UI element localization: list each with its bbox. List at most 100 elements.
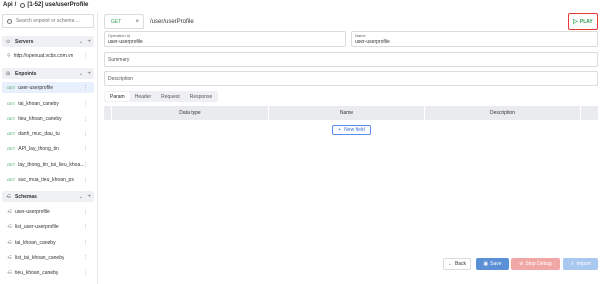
back-button[interactable]: ← Back (443, 258, 471, 270)
schema-item[interactable]: ⋲ list_user-userprofile ⋮ (2, 221, 94, 232)
chevron-down-icon[interactable]: ⌄ (79, 71, 83, 77)
endpoint-label: tieu_khoan_caneby (18, 115, 62, 122)
endpoint-item[interactable]: GET tieu_khoan_caneby ⋮ (2, 113, 94, 124)
method-badge: GET (7, 146, 16, 151)
more-options-icon[interactable]: ⋮ (83, 255, 88, 261)
schema-item[interactable]: ⋲ tai_khoan_caneby ⋮ (2, 237, 94, 248)
title-prefix: Api (3, 2, 13, 8)
more-options-icon[interactable]: ⋮ (83, 131, 88, 137)
schemas-section-header[interactable]: ⋲ Schemas ⌄ + (2, 191, 94, 202)
stop-debug-button[interactable]: ⊘ Stop Debug (511, 258, 560, 270)
tab-header[interactable]: Header (130, 92, 156, 101)
name-field[interactable]: Name user-userprofile (351, 31, 598, 47)
column-header-data-type: Data type (112, 106, 269, 120)
add-server-icon[interactable]: + (87, 39, 91, 45)
method-badge: GET (7, 85, 16, 90)
summary-field[interactable]: Summary (104, 52, 598, 67)
plus-icon: + (338, 127, 342, 133)
summary-placeholder: Summary (108, 57, 130, 63)
schema-node-icon: ⋲ (7, 254, 12, 261)
endpoint-label: lay_thong_tin_tai_lieu_khoa... (18, 161, 85, 168)
import-icon: ⇩ (570, 261, 575, 267)
more-options-icon[interactable]: ⋮ (83, 240, 88, 246)
search-input[interactable]: Search enpoint or schema ... (2, 14, 94, 28)
endpoint-label: suc_mua_tieu_khoan_ps (18, 176, 74, 183)
description-placeholder: Description (108, 76, 134, 82)
endpoint-item[interactable]: GET API_lay_thong_tin ⋮ (2, 143, 94, 154)
api-icon (20, 2, 26, 8)
schema-item[interactable]: ⋲ tieu_khoan_caneby ⋮ (2, 267, 94, 278)
stop-debug-label: Stop Debug (525, 261, 552, 267)
endpoints-section-header[interactable]: ⊞ Enpoints ⌄ + (2, 68, 94, 79)
schema-label: user-userprofile (15, 208, 50, 215)
tab-response[interactable]: Response (185, 92, 218, 101)
method-badge: GET (7, 116, 16, 121)
search-icon (7, 18, 12, 24)
operation-id-value: user-userprofile (108, 39, 143, 45)
import-button[interactable]: ⇩ Import (563, 258, 598, 270)
url-input[interactable]: /user/userProfile (147, 14, 565, 29)
description-field[interactable]: Description (104, 71, 598, 86)
more-options-icon[interactable]: ⋮ (83, 224, 88, 230)
location-pin-icon: ⚲ (7, 52, 11, 59)
name-value: user-userprofile (355, 39, 390, 45)
more-options-icon[interactable]: ⋮ (83, 116, 88, 122)
url-value: /user/userProfile (150, 18, 194, 25)
save-button[interactable]: ▣ Save (476, 258, 509, 270)
arrow-left-icon: ← (447, 261, 453, 267)
add-schema-icon[interactable]: + (87, 194, 91, 200)
schema-item[interactable]: ⋲ list_tai_khoan_caneby ⋮ (2, 252, 94, 263)
stop-icon: ⊘ (519, 261, 524, 267)
chevron-down-icon[interactable]: ⌄ (79, 194, 83, 200)
more-options-icon[interactable]: ⋮ (83, 101, 88, 107)
column-header-description: Description (425, 106, 581, 120)
play-icon: ▷ (573, 19, 578, 25)
search-placeholder: Search enpoint or schema ... (16, 18, 80, 24)
more-options-icon[interactable]: ⋮ (83, 177, 88, 183)
schema-item[interactable]: ⋲ user-userprofile ⋮ (2, 206, 94, 217)
play-button[interactable]: ▷ PLAY (568, 13, 598, 30)
more-options-icon[interactable]: ⋮ (83, 146, 88, 152)
server-url: http://openuat.vcbs.com.vn (13, 52, 74, 59)
actions-column (581, 106, 598, 120)
endpoint-label: danh_muc_dau_tu (18, 130, 60, 137)
column-header-name: Name (269, 106, 425, 120)
operation-id-field[interactable]: Operation Id user-userprofile (104, 31, 346, 47)
title-name: [1-52] use/userProfile (27, 2, 89, 8)
more-options-icon[interactable]: ⋮ (83, 162, 88, 168)
more-options-icon[interactable]: ⋮ (83, 270, 88, 276)
servers-section-header[interactable]: ⊙ Servers ⌄ + (2, 36, 94, 47)
save-label: Save (490, 261, 502, 267)
tab-request[interactable]: Request (156, 92, 185, 101)
close-icon[interactable]: × (135, 19, 139, 25)
server-icon: ⊙ (6, 38, 11, 45)
endpoints-label: Enpoints (15, 70, 37, 77)
endpoint-item[interactable]: GET suc_mua_tieu_khoan_ps ⋮ (2, 174, 94, 185)
add-endpoint-icon[interactable]: + (87, 71, 91, 77)
back-label: Back (454, 261, 467, 267)
endpoint-item[interactable]: GET lay_thong_tin_tai_lieu_khoa... ⋮ (2, 159, 94, 170)
tab-param[interactable]: Param (105, 92, 130, 101)
new-field-label: New field (344, 127, 365, 133)
endpoint-item[interactable]: GET danh_muc_dau_tu ⋮ (2, 128, 94, 139)
more-options-icon[interactable]: ⋮ (83, 209, 88, 215)
schema-label: tai_khoan_caneby (15, 239, 56, 246)
method-select[interactable]: GET × (104, 14, 144, 29)
schema-label: list_tai_khoan_caneby (15, 254, 65, 261)
schema-icon: ⋲ (6, 193, 11, 200)
schemas-label: Schemas (15, 193, 37, 200)
method-badge: GET (7, 177, 16, 182)
save-icon: ▣ (483, 261, 489, 267)
chevron-down-icon[interactable]: ⌄ (79, 39, 83, 45)
schema-label: list_user-userprofile (15, 223, 59, 230)
new-field-button[interactable]: + New field (332, 125, 371, 135)
more-options-icon[interactable]: ⋮ (83, 53, 88, 59)
method-value: GET (111, 18, 122, 25)
server-item[interactable]: ⚲ http://openuat.vcbs.com.vn ⋮ (2, 50, 94, 61)
endpoint-item[interactable]: GET user-userprofile ⋮ (2, 82, 94, 93)
more-options-icon[interactable]: ⋮ (83, 85, 88, 91)
endpoint-item[interactable]: GET tai_khoan_caneby ⋮ (2, 98, 94, 109)
schema-node-icon: ⋲ (7, 223, 12, 230)
row-handle-column (104, 106, 112, 120)
endpoint-label: API_lay_thong_tin (18, 145, 59, 152)
